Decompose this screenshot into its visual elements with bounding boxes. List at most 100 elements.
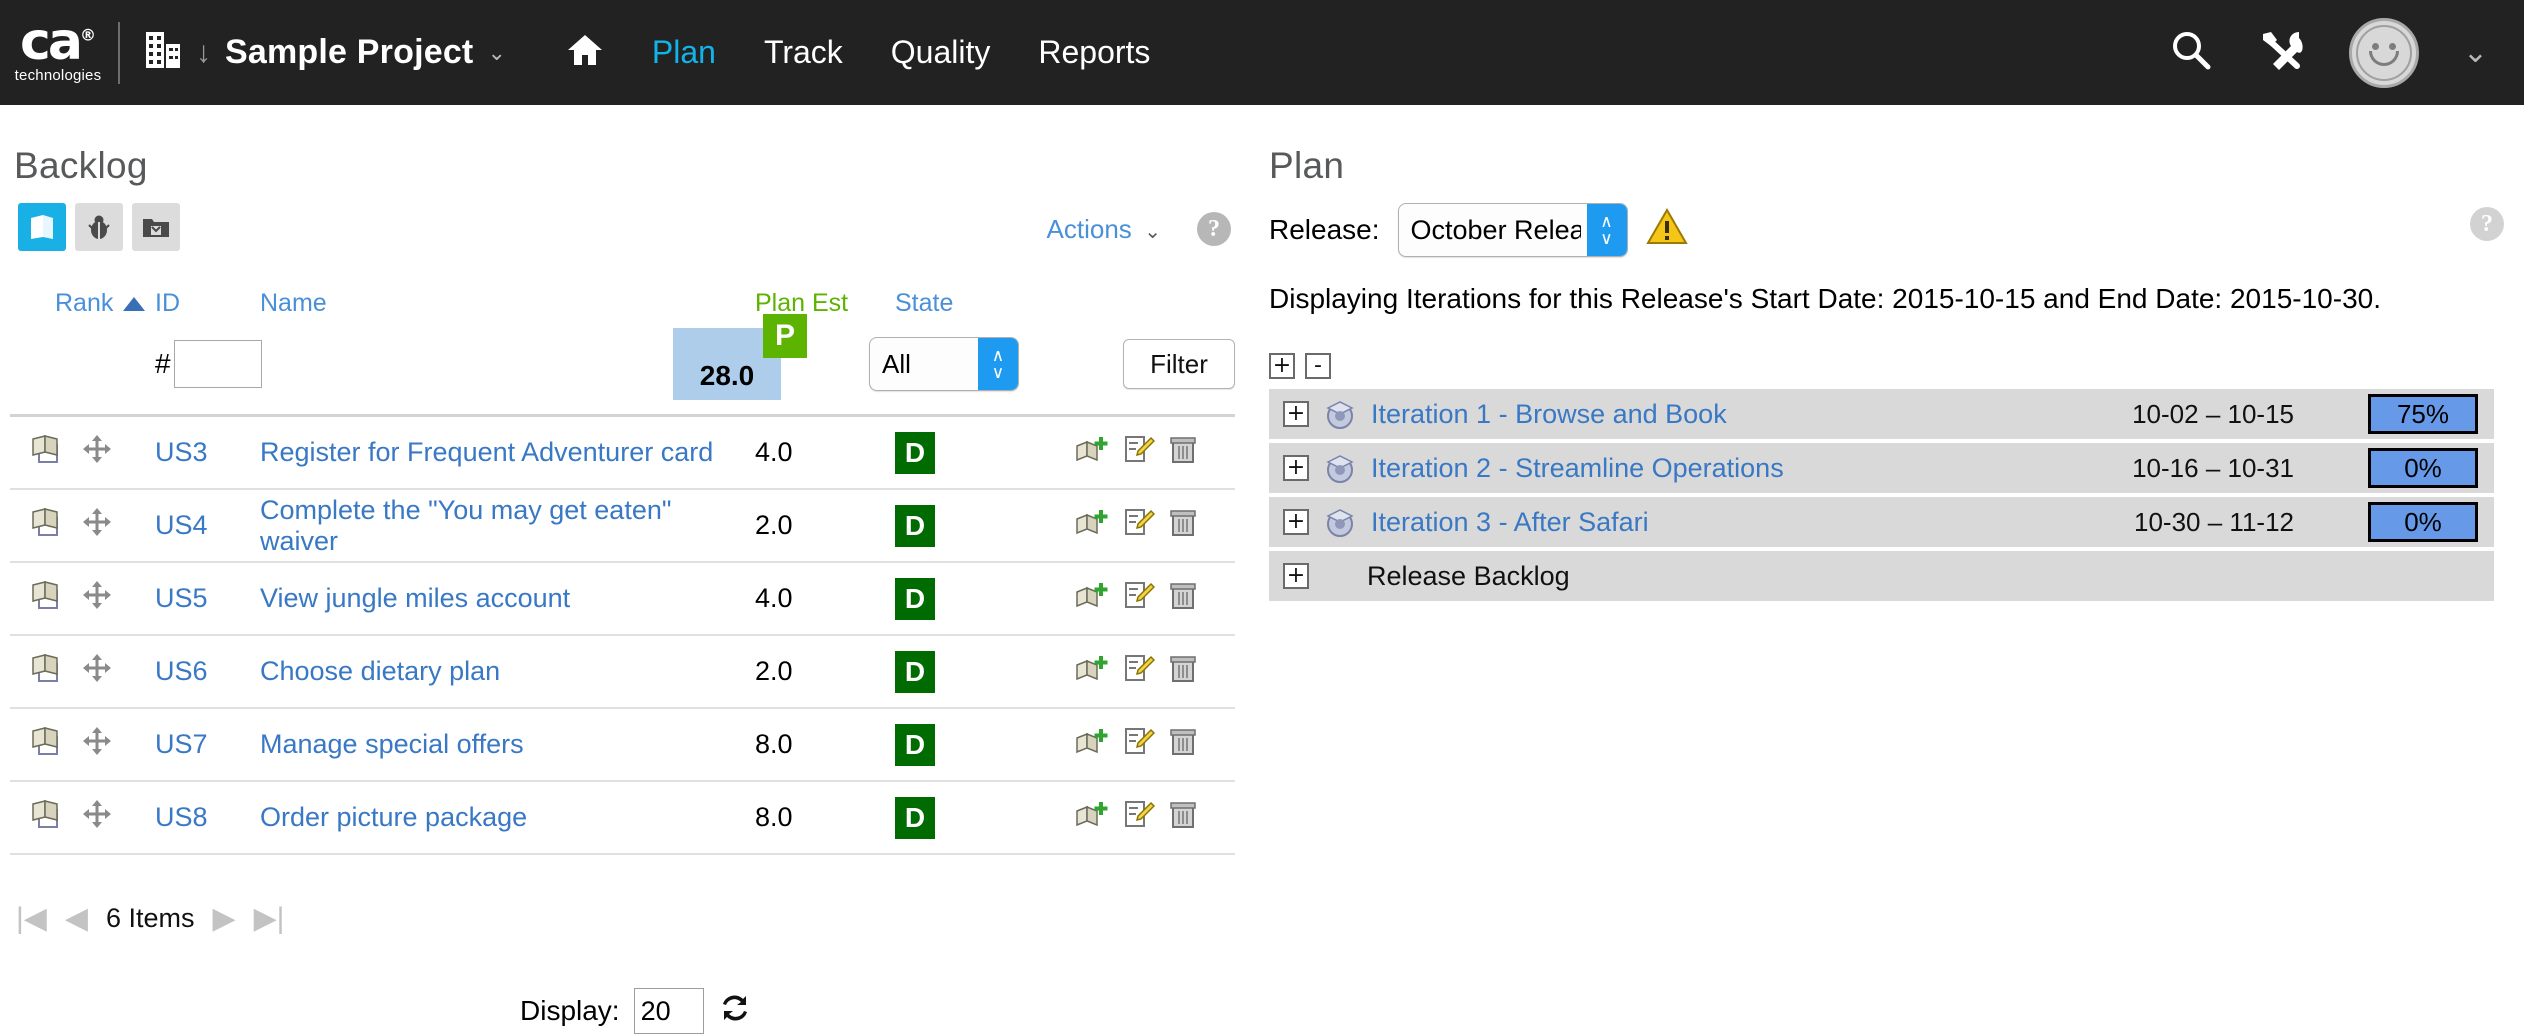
- delete-button[interactable]: [1169, 653, 1197, 690]
- search-icon[interactable]: [2169, 28, 2213, 77]
- help-icon[interactable]: ?: [1197, 212, 1231, 246]
- add-child-button[interactable]: [1075, 580, 1109, 617]
- edit-button[interactable]: [1123, 580, 1156, 617]
- add-child-icon: [1076, 802, 1108, 827]
- column-header-state[interactable]: State: [895, 289, 1075, 318]
- tools-icon[interactable]: [2257, 28, 2305, 77]
- move-handle-icon[interactable]: [82, 507, 112, 544]
- story-tab[interactable]: [18, 203, 66, 251]
- story-icon[interactable]: [30, 433, 64, 472]
- story-icon[interactable]: [30, 725, 64, 764]
- warning-icon[interactable]: [1645, 207, 1688, 254]
- column-header-id[interactable]: ID: [155, 289, 260, 318]
- nav-tab-track[interactable]: Track: [764, 34, 843, 71]
- id-filter-input[interactable]: [173, 340, 262, 388]
- edit-button[interactable]: [1123, 507, 1156, 544]
- nav-tab-quality[interactable]: Quality: [891, 34, 991, 71]
- first-page-button[interactable]: |◀: [16, 903, 47, 934]
- nav-tab-reports[interactable]: Reports: [1038, 34, 1150, 71]
- backlog-rows: US3 Register for Frequent Adventurer card…: [10, 417, 1235, 855]
- iteration-name-link[interactable]: Iteration 3 - After Safari: [1371, 507, 1649, 538]
- row-id-link[interactable]: US5: [155, 583, 260, 614]
- story-icon[interactable]: [30, 506, 64, 545]
- iteration-row[interactable]: + Iteration 1 - Browse and Book 10-02 – 10…: [1269, 389, 2494, 443]
- last-page-button[interactable]: ▶|: [254, 903, 285, 934]
- collapse-all-button[interactable]: -: [1305, 353, 1331, 379]
- archive-tab[interactable]: [132, 203, 180, 251]
- iteration-row[interactable]: + Iteration 2 - Streamline Operations 10-1…: [1269, 443, 2494, 497]
- filter-button[interactable]: Filter: [1123, 339, 1235, 389]
- add-child-button[interactable]: [1075, 653, 1109, 690]
- prev-page-button[interactable]: ◀: [65, 903, 88, 934]
- table-row[interactable]: US7 Manage special offers 8.0 D: [10, 709, 1235, 782]
- add-child-button[interactable]: [1075, 434, 1109, 471]
- row-name-link[interactable]: Register for Frequent Adventurer card: [260, 437, 755, 468]
- row-name-link[interactable]: View jungle miles account: [260, 583, 755, 614]
- add-child-icon: [1076, 583, 1108, 608]
- story-icon[interactable]: [30, 798, 64, 837]
- move-handle-icon[interactable]: [82, 434, 112, 471]
- iteration-name-link[interactable]: Iteration 2 - Streamline Operations: [1371, 453, 1784, 484]
- row-name-link[interactable]: Choose dietary plan: [260, 656, 755, 687]
- defect-tab[interactable]: [75, 203, 123, 251]
- table-row[interactable]: US5 View jungle miles account 4.0 D: [10, 563, 1235, 636]
- expand-button[interactable]: +: [1283, 509, 1309, 535]
- actions-label[interactable]: Actions: [1047, 214, 1132, 244]
- edit-button[interactable]: [1123, 653, 1156, 690]
- status-badge: D: [895, 723, 935, 766]
- story-icon[interactable]: [30, 652, 64, 691]
- select-spinner-icon[interactable]: ∧ ∨: [978, 338, 1018, 390]
- expand-button[interactable]: +: [1283, 563, 1309, 589]
- delete-button[interactable]: [1169, 507, 1197, 544]
- row-id-link[interactable]: US3: [155, 437, 260, 468]
- user-menu-chevron-down-icon[interactable]: ⌄: [2463, 37, 2488, 68]
- add-child-button[interactable]: [1075, 726, 1109, 763]
- expand-all-button[interactable]: +: [1269, 353, 1295, 379]
- add-child-button[interactable]: [1075, 799, 1109, 836]
- edit-button[interactable]: [1123, 726, 1156, 763]
- expand-button[interactable]: +: [1283, 401, 1309, 427]
- add-child-button[interactable]: [1075, 507, 1109, 544]
- row-name-link[interactable]: Manage special offers: [260, 729, 755, 760]
- delete-button[interactable]: [1169, 580, 1197, 617]
- row-id-link[interactable]: US8: [155, 802, 260, 833]
- move-handle-icon[interactable]: [82, 580, 112, 617]
- table-row[interactable]: US4 Complete the "You may get eaten" waiv…: [10, 490, 1235, 563]
- row-id-link[interactable]: US6: [155, 656, 260, 687]
- edit-button[interactable]: [1123, 799, 1156, 836]
- move-handle-icon[interactable]: [82, 653, 112, 690]
- avatar[interactable]: [2348, 17, 2419, 88]
- row-id-link[interactable]: US4: [155, 510, 260, 541]
- column-header-name[interactable]: Name: [260, 289, 755, 318]
- move-handle-icon[interactable]: [82, 799, 112, 836]
- table-row[interactable]: US8 Order picture package 8.0 D: [10, 782, 1235, 855]
- table-row[interactable]: US6 Choose dietary plan 2.0 D: [10, 636, 1235, 709]
- row-name-link[interactable]: Complete the "You may get eaten" waiver: [260, 495, 755, 557]
- next-page-button[interactable]: ▶: [212, 903, 235, 934]
- actions-menu[interactable]: Actions ⌄: [1047, 214, 1161, 245]
- refresh-icon[interactable]: [718, 991, 752, 1032]
- iteration-name-link[interactable]: Iteration 1 - Browse and Book: [1371, 399, 1727, 430]
- edit-button[interactable]: [1123, 434, 1156, 471]
- select-spinner-icon[interactable]: ∧ ∨: [1586, 204, 1627, 256]
- delete-button[interactable]: [1169, 799, 1197, 836]
- delete-button[interactable]: [1169, 726, 1197, 763]
- nav-tab-plan[interactable]: Plan: [652, 34, 716, 71]
- plan-help-icon[interactable]: ?: [2470, 207, 2504, 241]
- story-icon[interactable]: [30, 579, 64, 618]
- column-header-rank[interactable]: Rank: [10, 289, 155, 318]
- delete-button[interactable]: [1169, 434, 1197, 471]
- iteration-row[interactable]: + Iteration 3 - After Safari 10-30 – 11-12…: [1269, 497, 2494, 551]
- move-handle-icon[interactable]: [82, 726, 112, 763]
- row-id-link[interactable]: US7: [155, 729, 260, 760]
- project-name[interactable]: Sample Project: [225, 33, 473, 72]
- row-name-link[interactable]: Order picture package: [260, 802, 755, 833]
- expand-button[interactable]: +: [1283, 455, 1309, 481]
- iteration-row[interactable]: + Release Backlog: [1269, 551, 2494, 605]
- display-count-input[interactable]: [633, 988, 704, 1034]
- chevron-down-icon[interactable]: ⌄: [487, 41, 505, 64]
- chevron-down-icon[interactable]: ⌄: [1144, 221, 1161, 243]
- table-row[interactable]: US3 Register for Frequent Adventurer card…: [10, 417, 1235, 490]
- project-selector[interactable]: ↓ Sample Project ⌄: [144, 30, 506, 75]
- home-icon[interactable]: [566, 33, 604, 72]
